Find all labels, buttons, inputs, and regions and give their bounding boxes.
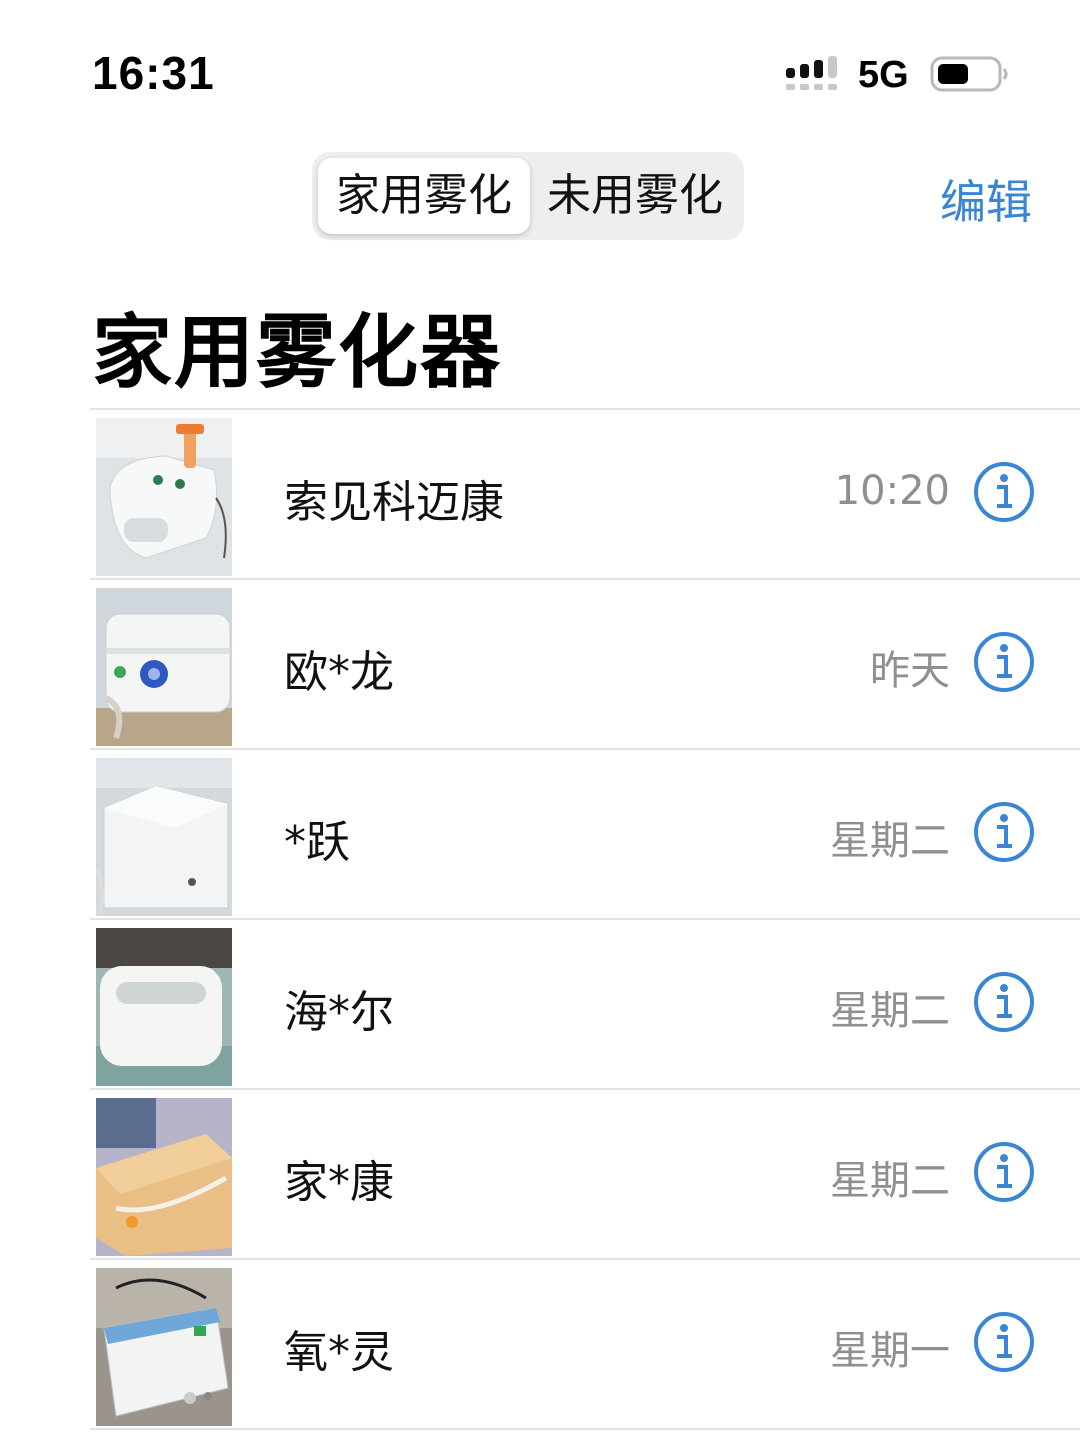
edit-button[interactable]: 编辑 <box>940 166 1032 232</box>
item-time: 星期一 <box>830 1328 950 1374</box>
list-item[interactable]: 家*康 星期二 <box>90 1090 1080 1260</box>
list-item[interactable]: 氧*灵 星期一 <box>90 1260 1080 1430</box>
item-name: 索见科迈康 <box>284 477 504 528</box>
info-icon[interactable] <box>972 630 1036 694</box>
product-thumbnail <box>96 588 232 746</box>
item-time: 星期二 <box>830 818 950 864</box>
list-item[interactable]: *跃 星期二 <box>90 750 1080 920</box>
info-icon[interactable] <box>972 460 1036 524</box>
info-icon[interactable] <box>972 1140 1036 1204</box>
product-thumbnail <box>96 1268 232 1426</box>
item-time: 昨天 <box>870 648 950 694</box>
item-name: 氧*灵 <box>284 1327 394 1378</box>
item-name: 家*康 <box>284 1157 394 1208</box>
info-icon[interactable] <box>972 1310 1036 1374</box>
product-thumbnail <box>96 758 232 916</box>
nebulizer-list: 索见科迈康 10:20 欧*龙 昨天 *跃 星期二 海*尔 星期二 家*康 星期… <box>90 408 1080 1430</box>
info-icon[interactable] <box>972 970 1036 1034</box>
info-icon[interactable] <box>972 800 1036 864</box>
product-thumbnail <box>96 928 232 1086</box>
item-name: 欧*龙 <box>284 647 394 698</box>
list-item[interactable]: 海*尔 星期二 <box>90 920 1080 1090</box>
segment-home-nebulizer[interactable]: 家用雾化 <box>318 158 530 234</box>
status-time: 16:31 <box>92 47 215 99</box>
page-title: 家用雾化器 <box>92 306 502 399</box>
segment-unused-nebulizer[interactable]: 未用雾化 <box>532 158 738 234</box>
battery-icon <box>930 56 1008 92</box>
product-thumbnail <box>96 1098 232 1256</box>
item-time: 10:20 <box>834 468 950 514</box>
signal-icon <box>786 56 837 90</box>
status-bar: 16:31 5G <box>0 0 1080 140</box>
item-time: 星期二 <box>830 1158 950 1204</box>
product-thumbnail <box>96 418 232 576</box>
item-name: 海*尔 <box>284 987 394 1038</box>
list-item[interactable]: 欧*龙 昨天 <box>90 580 1080 750</box>
item-time: 星期二 <box>830 988 950 1034</box>
item-name: *跃 <box>284 817 350 868</box>
segmented-control: 家用雾化 未用雾化 <box>312 152 744 240</box>
list-item[interactable]: 索见科迈康 10:20 <box>90 410 1080 580</box>
network-label: 5G <box>858 54 909 96</box>
